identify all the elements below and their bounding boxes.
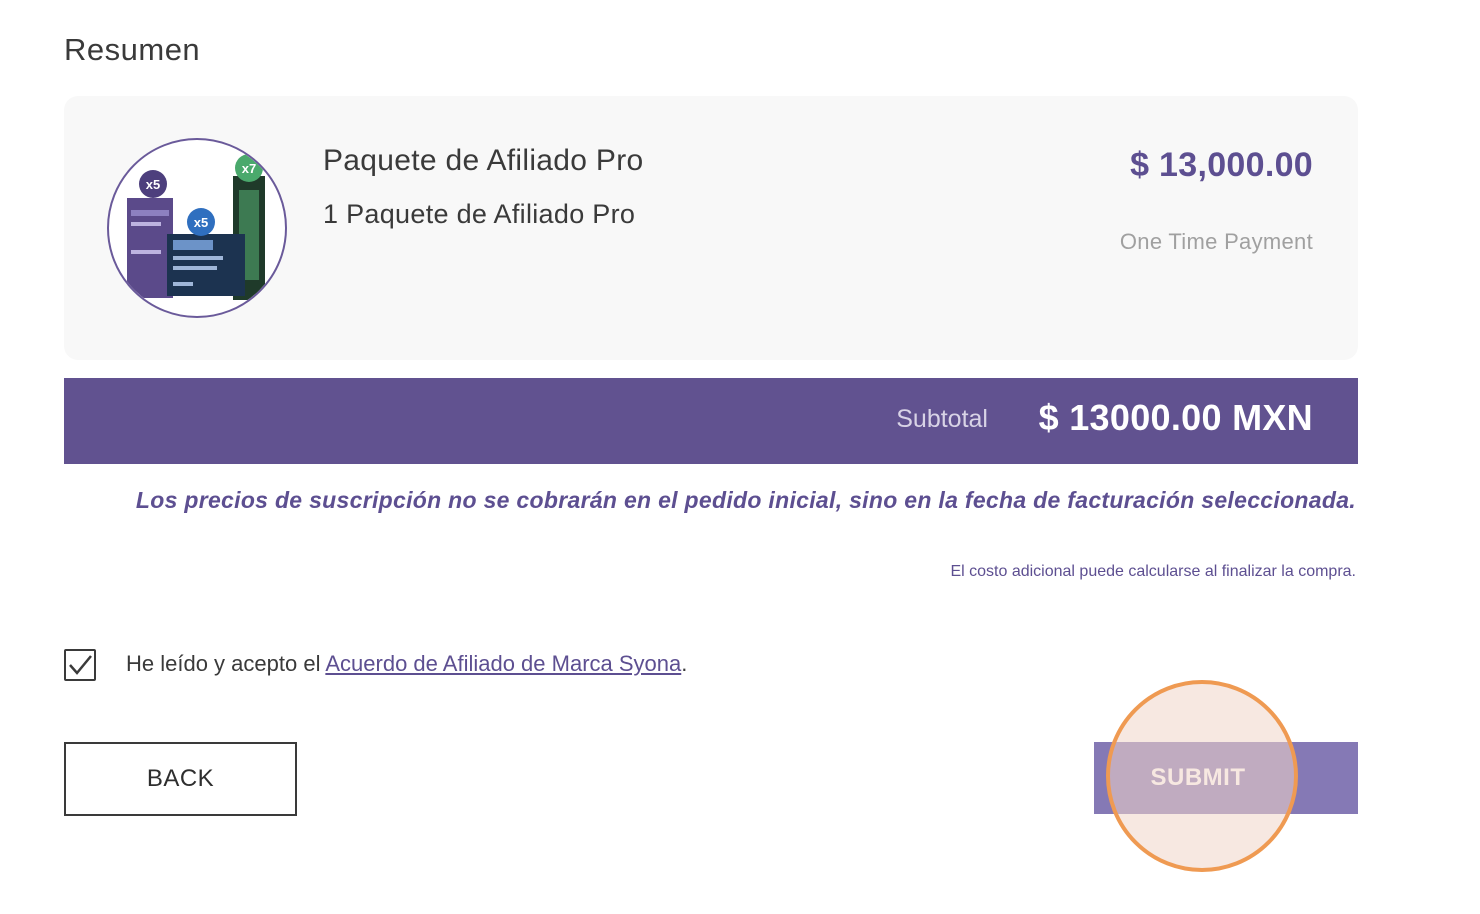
badge-x5-b: x5 [194,215,208,230]
product-name: Paquete de Afiliado Pro [323,144,644,177]
subtotal-value: $ 13000.00 MXN [1038,397,1313,438]
checkmark-icon [69,655,92,675]
product-bundle-illustration: x5 x7 x5 [127,154,265,300]
extra-cost-note: El costo adicional puede calcularse al f… [950,563,1356,580]
submit-label: SUBMIT [1150,764,1246,791]
subtotal-label: Subtotal [896,405,988,433]
agreement-prefix: He leído y acepto el [126,651,326,676]
back-button[interactable]: BACK [64,742,297,816]
product-description: 1 Paquete de Afiliado Pro [323,199,636,229]
payment-type: One Time Payment [1119,229,1313,254]
product-image: x5 x7 x5 [107,138,287,318]
agreement-link[interactable]: Acuerdo de Afiliado de Marca Syona [325,651,681,676]
subscription-note: Los precios de suscripción no se cobrará… [135,487,1356,513]
agreement-label: He leído y acepto el Acuerdo de Afiliado… [126,651,687,677]
product-price: $ 13,000.00 [1130,146,1313,184]
agreement-checkbox[interactable] [64,649,96,681]
agreement-suffix: . [681,651,688,676]
badge-x7: x7 [242,161,256,176]
badge-x5-a: x5 [146,177,160,192]
submit-button[interactable]: SUBMIT [1094,742,1358,814]
summary-title: Resumen [64,32,201,67]
